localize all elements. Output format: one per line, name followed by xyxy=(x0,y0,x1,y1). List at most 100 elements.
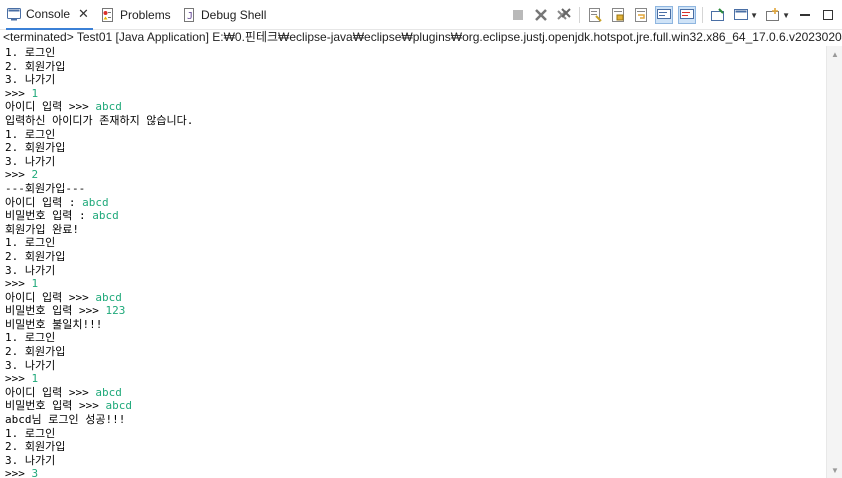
clear-console-icon[interactable] xyxy=(587,7,603,23)
console-line: 아이디 입력 >>> abcd xyxy=(5,291,826,305)
console-output-text: 3. 나가기 xyxy=(5,154,56,168)
console-output-text: 아이디 입력 : xyxy=(5,195,83,209)
console-line: 비밀번호 입력 : abcd xyxy=(5,209,826,223)
terminate-icon[interactable] xyxy=(510,7,526,23)
console-line: 비밀번호 입력 >>> abcd xyxy=(5,399,826,413)
tab-console-label: Console xyxy=(26,7,71,21)
console-line: 3. 나가기 xyxy=(5,73,826,87)
console-line: 1. 로그인 xyxy=(5,427,826,441)
console-line: 아이디 입력 >>> abcd xyxy=(5,386,826,400)
console-output-text: ---회원가입--- xyxy=(5,181,86,195)
console-output-text: 2. 회원가입 xyxy=(5,440,66,454)
console-line: 2. 회원가입 xyxy=(5,440,826,454)
minimize-icon[interactable] xyxy=(797,7,813,23)
console-output-text: 아이디 입력 >>> xyxy=(5,290,96,304)
console-line: 아이디 입력 >>> abcd xyxy=(5,100,826,114)
console-output-text: 1. 로그인 xyxy=(5,46,56,59)
console-line: 회원가입 완료! xyxy=(5,223,826,237)
console-input-text: abcd xyxy=(95,385,122,399)
console-line: 1. 로그인 xyxy=(5,236,826,250)
toolbar-separator xyxy=(702,7,704,23)
open-console-icon[interactable] xyxy=(765,7,781,23)
console-output-text: 3. 나가기 xyxy=(5,263,56,277)
console-output-text: 아이디 입력 >>> xyxy=(5,100,96,114)
console-line: >>> 3 xyxy=(5,467,826,478)
console-line: 입력하신 아이디가 존재하지 않습니다. xyxy=(5,114,826,128)
console-output-text: 비밀번호 불일치!!! xyxy=(5,317,103,331)
console-output-text: 1. 로그인 xyxy=(5,426,56,440)
console-output-text: 2. 회원가입 xyxy=(5,141,66,155)
view-tab-bar: Console ✕ Problems J Debug Shell ▼ ▼ xyxy=(0,0,842,30)
console-output-text: 3. 나가기 xyxy=(5,358,56,372)
console-line: >>> 1 xyxy=(5,87,826,101)
debug-shell-icon: J xyxy=(181,7,197,23)
console-input-text: abcd xyxy=(92,209,119,223)
console-output-text: 아이디 입력 >>> xyxy=(5,385,96,399)
vertical-scrollbar[interactable]: ▲ ▼ xyxy=(826,46,842,478)
console-output-text: >>> xyxy=(5,86,32,100)
chevron-down-icon[interactable]: ▼ xyxy=(750,11,758,20)
console-line: 비밀번호 불일치!!! xyxy=(5,318,826,332)
console-input-text: 1 xyxy=(31,277,39,291)
console-output-text: 3. 나가기 xyxy=(5,453,56,467)
console-line: >>> 1 xyxy=(5,372,826,386)
toolbar-separator xyxy=(579,7,581,23)
word-wrap-icon[interactable] xyxy=(633,7,649,23)
chevron-down-icon[interactable]: ▼ xyxy=(782,11,790,20)
pin-console-icon[interactable] xyxy=(710,7,726,23)
remove-all-terminated-icon[interactable] xyxy=(556,7,572,23)
scroll-lock-icon[interactable] xyxy=(610,7,626,23)
console-output-text: 1. 로그인 xyxy=(5,127,56,141)
console-output-text: >>> xyxy=(5,277,32,291)
console-input-text: 2 xyxy=(31,168,39,182)
console-input-text: abcd xyxy=(105,399,132,413)
tab-debug-shell[interactable]: J Debug Shell xyxy=(181,0,273,30)
console-output-text: 1. 로그인 xyxy=(5,331,56,345)
tab-debug-shell-label: Debug Shell xyxy=(201,8,267,22)
console-line: >>> 2 xyxy=(5,168,826,182)
console-line: 3. 나가기 xyxy=(5,359,826,373)
console-output-text: 2. 회원가입 xyxy=(5,249,66,263)
console-toolbar: ▼ ▼ xyxy=(503,6,836,24)
scroll-down-arrow-icon[interactable]: ▼ xyxy=(831,466,839,475)
console-line: 1. 로그인 xyxy=(5,46,826,60)
problems-icon xyxy=(100,7,116,23)
console-line: 2. 회원가입 xyxy=(5,250,826,264)
console-output-text: 비밀번호 입력 >>> xyxy=(5,399,106,413)
display-selected-console-icon[interactable] xyxy=(733,7,749,23)
console-output-text: >>> xyxy=(5,372,32,386)
tab-problems-label: Problems xyxy=(120,8,171,22)
console-input-text: 1 xyxy=(31,372,39,386)
console-line: 비밀번호 입력 >>> 123 xyxy=(5,304,826,318)
console-line: 3. 나가기 xyxy=(5,454,826,468)
console-line: 3. 나가기 xyxy=(5,264,826,278)
console-output-text: 회원가입 완료! xyxy=(5,222,79,236)
console-input-text: abcd xyxy=(95,290,122,304)
console-output-text: >>> xyxy=(5,168,32,182)
console-output-text: >>> xyxy=(5,467,32,478)
console-line: 1. 로그인 xyxy=(5,128,826,142)
console-line: 2. 회원가입 xyxy=(5,60,826,74)
scroll-up-arrow-icon[interactable]: ▲ xyxy=(831,50,839,59)
console-line: 1. 로그인 xyxy=(5,331,826,345)
show-console-on-stdout-icon[interactable] xyxy=(655,6,674,24)
launch-status-line: <terminated> Test01 [Java Application] E… xyxy=(3,30,842,44)
tab-console[interactable]: Console ✕ xyxy=(6,0,93,30)
remove-launch-icon[interactable] xyxy=(533,7,549,23)
console-output-text: 비밀번호 입력 : xyxy=(5,209,93,223)
console-output-area[interactable]: 1. 로그인 2. 회원가입 3. 나가기 >>> 1 아이디 입력 >>> abcd 입… xyxy=(0,46,826,478)
console-output-text: 2. 회원가입 xyxy=(5,345,66,359)
tab-problems[interactable]: Problems xyxy=(100,0,176,30)
console-line: >>> 1 xyxy=(5,277,826,291)
console-input-text: abcd xyxy=(82,195,109,209)
console-output-text: 비밀번호 입력 >>> xyxy=(5,304,106,318)
console-line: 2. 회원가입 xyxy=(5,141,826,155)
show-console-on-stderr-icon[interactable] xyxy=(678,6,697,24)
maximize-icon[interactable] xyxy=(820,7,836,23)
console-input-text: abcd xyxy=(95,100,122,114)
console-output-text: 2. 회원가입 xyxy=(5,59,66,73)
svg-text:J: J xyxy=(187,11,193,22)
console-line: abcd님 로그인 성공!!! xyxy=(5,413,826,427)
close-icon[interactable]: ✕ xyxy=(78,6,89,22)
console-line: ---회원가입--- xyxy=(5,182,826,196)
